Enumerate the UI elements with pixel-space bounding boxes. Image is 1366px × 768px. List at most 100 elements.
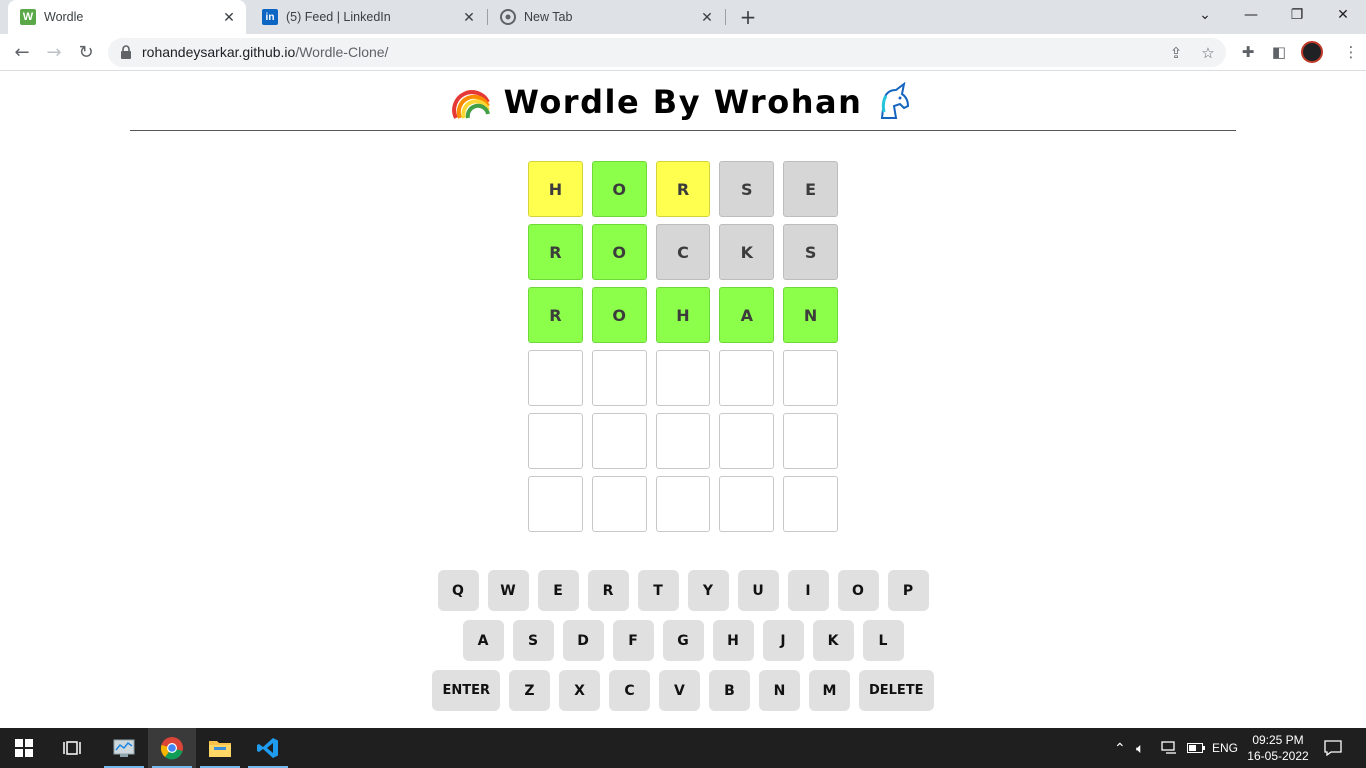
- key-o[interactable]: O: [837, 570, 879, 611]
- linkedin-favicon-icon: in: [262, 9, 278, 25]
- tab-search-chevron-icon[interactable]: ⌄: [1182, 0, 1228, 30]
- notifications-icon[interactable]: [1324, 728, 1342, 768]
- system-clock[interactable]: 09:25 PM 16-05-2022: [1242, 732, 1314, 764]
- tile-empty: [591, 476, 647, 532]
- tile-absent: E: [783, 161, 838, 217]
- extensions-puzzle-icon[interactable]: ✚: [1237, 41, 1259, 63]
- window-close-icon[interactable]: ✕: [1320, 0, 1366, 30]
- unicorn-icon: [881, 82, 910, 119]
- close-icon[interactable]: ✕: [698, 8, 716, 26]
- back-arrow-icon[interactable]: ←: [8, 38, 36, 66]
- tile-empty: [783, 476, 838, 532]
- tile-empty: [783, 350, 838, 406]
- lock-icon: [121, 45, 131, 59]
- key-b[interactable]: B: [708, 670, 750, 711]
- tile-correct: A: [719, 287, 775, 343]
- tile-empty: [528, 413, 583, 469]
- url-path: /Wordle-Clone/: [295, 44, 389, 60]
- tile-empty: [528, 476, 583, 532]
- board-row: HORSE: [528, 161, 838, 217]
- network-icon[interactable]: [1161, 728, 1179, 768]
- tile-empty: [655, 413, 711, 469]
- keyboard-row: QWERTYUIOP: [0, 570, 1366, 611]
- tab-linkedin[interactable]: in (5) Feed | LinkedIn ✕: [250, 0, 486, 34]
- key-l[interactable]: L: [862, 620, 904, 661]
- file-explorer-icon[interactable]: [196, 728, 244, 768]
- tab-divider: [725, 9, 726, 25]
- key-h[interactable]: H: [712, 620, 754, 661]
- key-a[interactable]: A: [462, 620, 504, 661]
- windows-start-icon[interactable]: [0, 728, 48, 768]
- task-view-icon[interactable]: [48, 728, 96, 768]
- tile-correct: R: [528, 224, 583, 280]
- tile-absent: K: [719, 224, 775, 280]
- tab-wordle[interactable]: W Wordle ✕: [8, 0, 246, 34]
- key-w[interactable]: W: [487, 570, 529, 611]
- restore-icon[interactable]: ❐: [1274, 0, 1320, 30]
- share-icon[interactable]: ⇪: [1166, 43, 1186, 63]
- tab-new-tab[interactable]: New Tab ✕: [488, 0, 724, 34]
- key-r[interactable]: R: [587, 570, 629, 611]
- key-s[interactable]: S: [512, 620, 554, 661]
- forward-arrow-icon[interactable]: →: [40, 38, 68, 66]
- key-k[interactable]: K: [812, 620, 854, 661]
- reload-icon[interactable]: ↻: [72, 38, 100, 66]
- game-board: HORSEROCKSROHAN: [528, 161, 838, 539]
- windows-taskbar: ⌃ 🔈︎ ENG 09:25 PM 16-05-2022: [0, 728, 1366, 768]
- url-host: rohandeysarkar.github.io: [142, 44, 296, 60]
- minimize-icon[interactable]: —: [1228, 0, 1274, 30]
- key-t[interactable]: T: [637, 570, 679, 611]
- side-panel-icon[interactable]: ◧: [1268, 41, 1290, 63]
- chrome-taskbar-icon[interactable]: [148, 728, 196, 768]
- key-p[interactable]: P: [887, 570, 929, 611]
- chrome-favicon-icon: [500, 9, 516, 25]
- key-n[interactable]: N: [758, 670, 800, 711]
- key-enter[interactable]: ENTER: [432, 670, 500, 711]
- key-u[interactable]: U: [737, 570, 779, 611]
- new-tab-plus-icon[interactable]: +: [736, 5, 760, 29]
- rainbow-icon: [451, 90, 490, 119]
- profile-avatar[interactable]: [1301, 41, 1323, 63]
- close-icon[interactable]: ✕: [460, 8, 478, 26]
- bookmark-star-icon[interactable]: ☆: [1198, 43, 1218, 63]
- battery-icon[interactable]: [1187, 728, 1205, 768]
- key-g[interactable]: G: [662, 620, 704, 661]
- key-m[interactable]: M: [808, 670, 850, 711]
- vscode-icon[interactable]: [244, 728, 292, 768]
- tile-present: H: [528, 161, 583, 217]
- key-z[interactable]: Z: [508, 670, 550, 711]
- key-x[interactable]: X: [558, 670, 600, 711]
- system-monitor-app-icon[interactable]: [100, 728, 148, 768]
- key-c[interactable]: C: [608, 670, 650, 711]
- browser-tab-strip: W Wordle ✕ in (5) Feed | LinkedIn ✕ New …: [0, 0, 1366, 34]
- tile-correct: N: [783, 287, 838, 343]
- key-i[interactable]: I: [787, 570, 829, 611]
- volume-icon[interactable]: 🔈︎: [1136, 728, 1144, 768]
- tile-correct: R: [528, 287, 583, 343]
- tile-empty: [719, 413, 775, 469]
- tile-empty: [655, 350, 711, 406]
- menu-kebab-icon[interactable]: ⋮: [1340, 41, 1362, 63]
- key-f[interactable]: F: [612, 620, 654, 661]
- tile-correct: O: [591, 287, 647, 343]
- key-q[interactable]: Q: [437, 570, 479, 611]
- board-row: [528, 350, 838, 406]
- address-bar[interactable]: rohandeysarkar.github.io/Wordle-Clone/ ⇪…: [108, 38, 1226, 67]
- close-icon[interactable]: ✕: [220, 8, 238, 26]
- input-language[interactable]: ENG: [1212, 728, 1238, 768]
- board-row: [528, 476, 838, 532]
- key-v[interactable]: V: [658, 670, 700, 711]
- tile-empty: [528, 350, 583, 406]
- show-hidden-icons-chevron-icon[interactable]: ⌃: [1114, 728, 1126, 768]
- tile-empty: [591, 413, 647, 469]
- tile-empty: [591, 350, 647, 406]
- tile-correct: H: [655, 287, 711, 343]
- key-j[interactable]: J: [762, 620, 804, 661]
- key-delete[interactable]: DELETE: [858, 670, 934, 711]
- key-y[interactable]: Y: [687, 570, 729, 611]
- tile-correct: O: [591, 224, 647, 280]
- tab-title: Wordle: [44, 10, 84, 24]
- key-e[interactable]: E: [537, 570, 579, 611]
- key-d[interactable]: D: [562, 620, 604, 661]
- page-heading: Wordle By Wrohan: [503, 83, 863, 121]
